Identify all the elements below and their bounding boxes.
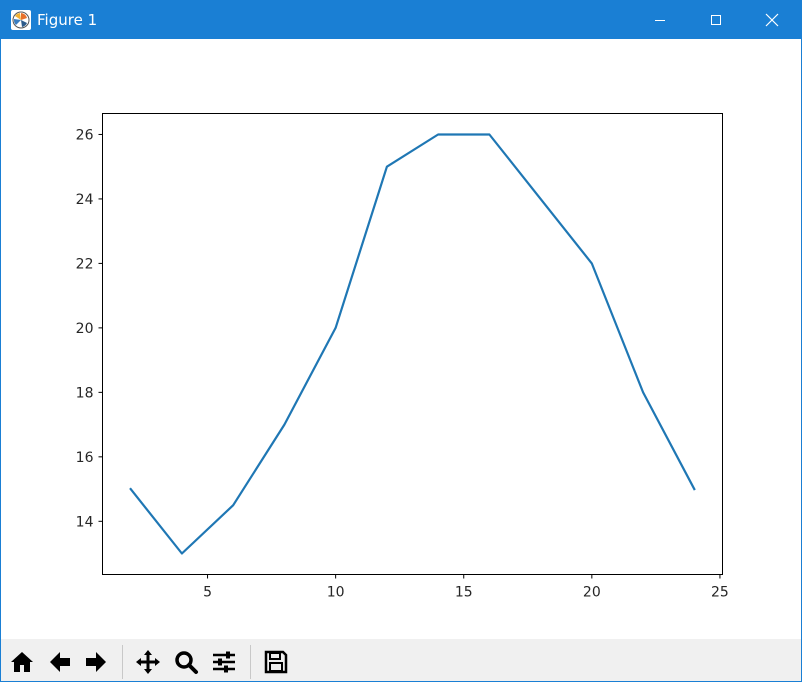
- matplotlib-icon: [11, 10, 31, 30]
- minimize-button[interactable]: [637, 1, 683, 39]
- toolbar-separator: [250, 645, 251, 679]
- save-button[interactable]: [261, 646, 291, 678]
- x-tick-label: 25: [711, 585, 729, 601]
- move-icon: [136, 650, 160, 674]
- x-tick-label: 15: [455, 585, 473, 601]
- sliders-icon: [213, 651, 235, 673]
- back-button[interactable]: [45, 646, 75, 678]
- y-tick-label: 14: [76, 514, 94, 530]
- close-button[interactable]: [749, 1, 795, 39]
- data-line: [129, 133, 696, 555]
- line-chart[interactable]: 5 10 15 20 25 14 16 18 20 22 24 26: [1, 39, 801, 639]
- chart-canvas[interactable]: 5 10 15 20 25 14 16 18 20 22 24 26: [1, 39, 801, 639]
- y-tick-label: 26: [76, 127, 94, 143]
- plot-layer: 5 10 15 20 25 14 16 18 20 22 24 26: [76, 127, 729, 600]
- navigation-toolbar: [1, 639, 801, 681]
- x-tick-label: 10: [327, 585, 345, 601]
- minimize-icon: [655, 20, 665, 21]
- window-title: Figure 1: [37, 11, 98, 29]
- y-tick-label: 18: [76, 385, 94, 401]
- figure-window: Figure 1 5 10 15 20 25 14 16 18 20 22 24 26: [0, 0, 802, 682]
- home-icon: [11, 652, 33, 672]
- save-icon: [264, 650, 288, 674]
- x-tick-label: 5: [203, 585, 212, 601]
- y-tick-label: 16: [76, 450, 94, 466]
- y-tick-label: 22: [76, 256, 94, 272]
- forward-button[interactable]: [81, 646, 111, 678]
- pan-button[interactable]: [133, 646, 163, 678]
- axes-frame: [102, 113, 723, 575]
- arrow-right-icon: [86, 652, 106, 672]
- toolbar-separator: [122, 645, 123, 679]
- arrow-left-icon: [50, 652, 70, 672]
- maximize-button[interactable]: [693, 1, 739, 39]
- search-icon: [175, 651, 198, 674]
- close-icon: [765, 13, 779, 27]
- x-tick-label: 20: [583, 585, 601, 601]
- configure-subplots-button[interactable]: [209, 646, 239, 678]
- maximize-icon: [711, 15, 721, 25]
- y-tick-label: 20: [76, 321, 94, 337]
- y-tick-label: 24: [76, 192, 94, 208]
- title-bar[interactable]: Figure 1: [1, 1, 801, 39]
- zoom-button[interactable]: [171, 646, 201, 678]
- home-button[interactable]: [7, 646, 37, 678]
